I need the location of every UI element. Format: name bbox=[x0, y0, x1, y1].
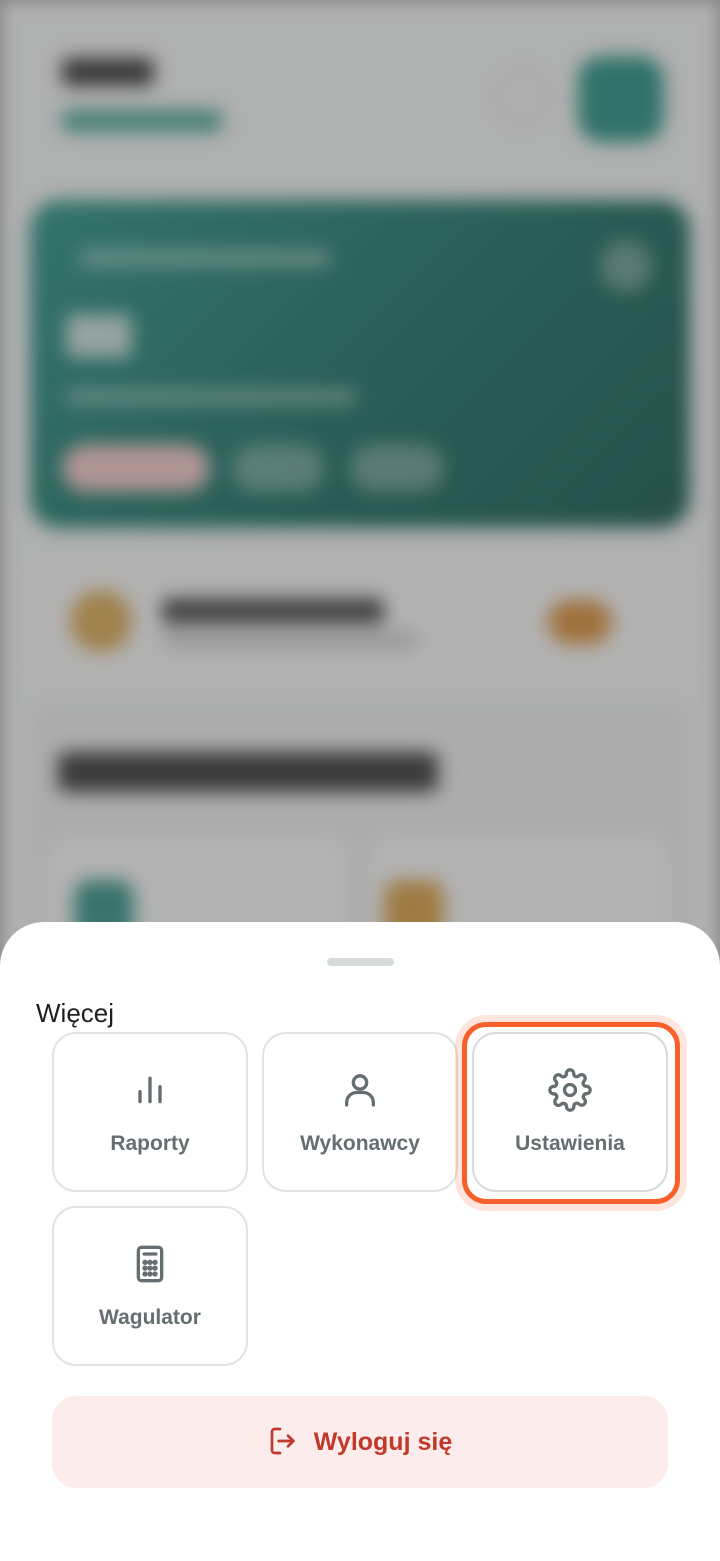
tile-label: Raporty bbox=[110, 1132, 190, 1155]
logout-button[interactable]: Wyloguj się bbox=[52, 1396, 668, 1488]
logout-icon bbox=[268, 1425, 300, 1460]
calculator-icon bbox=[128, 1242, 172, 1286]
tile-label: Ustawienia bbox=[515, 1132, 625, 1155]
tile-raporty[interactable]: Raporty bbox=[52, 1032, 248, 1192]
tile-ustawienia[interactable]: Ustawienia bbox=[472, 1032, 668, 1192]
logout-label: Wyloguj się bbox=[313, 1427, 453, 1456]
tile-label: Wykonawcy bbox=[300, 1132, 420, 1155]
more-bottom-sheet: Więcej Raporty Wykonawcy Ustawienia Wagu… bbox=[0, 922, 720, 1561]
tile-wykonawcy[interactable]: Wykonawcy bbox=[262, 1032, 458, 1192]
sheet-title: Więcej bbox=[36, 998, 115, 1028]
sheet-drag-handle[interactable] bbox=[327, 958, 394, 966]
tile-wagulator[interactable]: Wagulator bbox=[52, 1206, 248, 1366]
bar-chart-icon bbox=[128, 1068, 172, 1112]
screen: Więcej Raporty Wykonawcy Ustawienia Wagu… bbox=[0, 0, 720, 1561]
gear-icon bbox=[548, 1068, 592, 1112]
user-icon bbox=[338, 1068, 382, 1112]
tile-label: Wagulator bbox=[99, 1306, 201, 1329]
